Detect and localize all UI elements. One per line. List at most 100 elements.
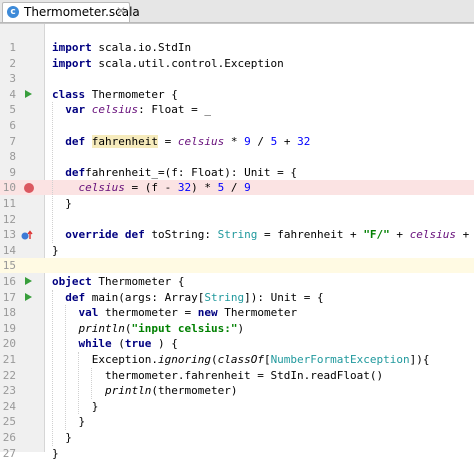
- code-line[interactable]: 3: [0, 71, 474, 86]
- line-number[interactable]: 22: [0, 368, 16, 383]
- code-line[interactable]: 12: [0, 212, 474, 227]
- run-gutter-icon[interactable]: [25, 89, 32, 98]
- code-token: ) {: [158, 337, 178, 351]
- tab-thermometer-scala[interactable]: c Thermometer.scala ✕: [2, 2, 140, 22]
- code-text[interactable]: object Thermometer {: [52, 274, 184, 289]
- code-text[interactable]: import scala.util.control.Exception: [52, 56, 284, 71]
- code-text[interactable]: thermometer.fahrenheit = StdIn.readFloat…: [52, 368, 383, 383]
- code-token: celsius: [78, 181, 125, 195]
- code-line[interactable]: 14}: [0, 243, 474, 258]
- line-number[interactable]: 14: [0, 243, 16, 258]
- code-text[interactable]: val thermometer = new Thermometer: [52, 305, 298, 320]
- code-text[interactable]: println(thermometer): [52, 383, 237, 398]
- code-line[interactable]: 4 class Thermometer {: [0, 87, 474, 102]
- code-line[interactable]: 16 object Thermometer {: [0, 274, 474, 289]
- line-number[interactable]: 4: [0, 87, 16, 102]
- code-token: = fahrenheit +: [257, 228, 364, 242]
- code-token: NumberFormatException: [270, 353, 410, 366]
- code-line[interactable]: 7 def fahrenheit = celsius * 9 / 5 + 32: [0, 134, 474, 149]
- code-line[interactable]: 21 Exception.ignoring(classOf[NumberForm…: [0, 352, 474, 367]
- code-text[interactable]: while (true ) {: [52, 336, 178, 351]
- code-text[interactable]: }: [52, 430, 72, 445]
- code-line[interactable]: 6: [0, 118, 474, 133]
- line-number[interactable]: 10: [0, 180, 16, 195]
- line-number[interactable]: 25: [0, 414, 16, 429]
- code-line[interactable]: 18 val thermometer = new Thermometer: [0, 305, 474, 320]
- code-line[interactable]: 5 var celsius: Float = _: [0, 102, 474, 117]
- line-number[interactable]: 24: [0, 399, 16, 414]
- code-line[interactable]: 20 while (true ) {: [0, 336, 474, 351]
- code-token: }: [52, 243, 59, 257]
- line-number[interactable]: 12: [0, 212, 16, 227]
- code-token: }: [52, 415, 86, 429]
- code-token: (: [210, 353, 218, 366]
- line-number[interactable]: 13: [0, 227, 16, 242]
- override-method-icon[interactable]: [21, 229, 35, 241]
- code-token: Thermometer {: [91, 87, 178, 101]
- run-gutter-icon[interactable]: [25, 277, 32, 285]
- code-text[interactable]: var celsius: Float = _: [52, 102, 211, 117]
- line-number[interactable]: 3: [0, 71, 16, 86]
- line-number[interactable]: 19: [0, 321, 16, 336]
- code-text[interactable]: class Thermometer {: [52, 87, 178, 102]
- code-line[interactable]: 24 }: [0, 399, 474, 414]
- code-line[interactable]: 2 import scala.util.control.Exception: [0, 56, 474, 71]
- code-line[interactable]: 25 }: [0, 414, 474, 429]
- code-text[interactable]: }: [52, 446, 59, 461]
- code-line[interactable]: 15: [0, 258, 474, 274]
- code-line[interactable]: 23 println(thermometer): [0, 383, 474, 398]
- breakpoint-icon[interactable]: [24, 183, 34, 194]
- indent-guide: [91, 367, 92, 399]
- line-number[interactable]: 2: [0, 56, 16, 71]
- code-text[interactable]: override def toString: String = fahrenhe…: [52, 227, 474, 242]
- code-line[interactable]: 27}: [0, 446, 474, 461]
- code-text[interactable]: }: [52, 243, 59, 258]
- code-line[interactable]: 19 println("input celsius:"): [0, 321, 474, 336]
- line-number[interactable]: 8: [0, 149, 16, 164]
- code-token: ) *: [191, 181, 218, 195]
- code-text[interactable]: celsius = (f - 32) * 5 / 9: [52, 180, 251, 195]
- line-number[interactable]: 16: [0, 274, 16, 289]
- line-number[interactable]: 7: [0, 134, 16, 149]
- line-number[interactable]: 1: [0, 40, 16, 55]
- line-number[interactable]: 5: [0, 102, 16, 117]
- code-line[interactable]: 9 deffahrenheit_=(f: Float): Unit = {: [0, 165, 474, 180]
- code-text[interactable]: deffahrenheit_=(f: Float): Unit = {: [52, 165, 297, 180]
- code-token: +: [389, 228, 410, 242]
- code-line[interactable]: 8: [0, 149, 474, 164]
- code-token: ]): Unit = {: [244, 290, 324, 304]
- code-line[interactable]: 11 }: [0, 196, 474, 211]
- code-token: val: [78, 306, 99, 320]
- code-text[interactable]: Exception.ignoring(classOf[NumberFormatE…: [52, 352, 430, 367]
- line-number[interactable]: 23: [0, 383, 16, 398]
- code-token: def: [65, 165, 86, 179]
- close-tab-icon[interactable]: ✕: [116, 4, 126, 18]
- line-number[interactable]: 11: [0, 196, 16, 211]
- line-number[interactable]: 6: [0, 118, 16, 133]
- line-number[interactable]: 21: [0, 352, 16, 367]
- code-line[interactable]: 13 override def toString: String = fahre…: [0, 227, 474, 242]
- code-text[interactable]: println("input celsius:"): [52, 321, 245, 336]
- code-text[interactable]: import scala.io.StdIn: [52, 40, 191, 55]
- code-text[interactable]: }: [52, 399, 99, 414]
- code-line[interactable]: 10 celsius = (f - 32) * 5 / 9: [0, 180, 474, 196]
- code-text[interactable]: }: [52, 414, 85, 429]
- code-token: ]){: [409, 353, 430, 366]
- line-number[interactable]: 15: [0, 258, 16, 273]
- code-line[interactable]: 17 def main(args: Array[String]): Unit =…: [0, 290, 474, 305]
- code-line[interactable]: 22 thermometer.fahrenheit = StdIn.readFl…: [0, 368, 474, 383]
- line-number[interactable]: 26: [0, 430, 16, 445]
- line-number[interactable]: 17: [0, 290, 16, 305]
- code-line[interactable]: 1 import scala.io.StdIn: [0, 40, 474, 55]
- code-text[interactable]: }: [52, 196, 72, 211]
- code-text[interactable]: def main(args: Array[String]): Unit = {: [52, 290, 324, 305]
- line-number[interactable]: 18: [0, 305, 16, 320]
- code-text[interactable]: def fahrenheit = celsius * 9 / 5 + 32: [52, 134, 310, 149]
- line-number[interactable]: 27: [0, 446, 16, 461]
- code-line[interactable]: 26 }: [0, 430, 474, 445]
- run-gutter-icon[interactable]: [25, 292, 32, 301]
- line-number[interactable]: 20: [0, 336, 16, 351]
- line-number[interactable]: 9: [0, 165, 16, 180]
